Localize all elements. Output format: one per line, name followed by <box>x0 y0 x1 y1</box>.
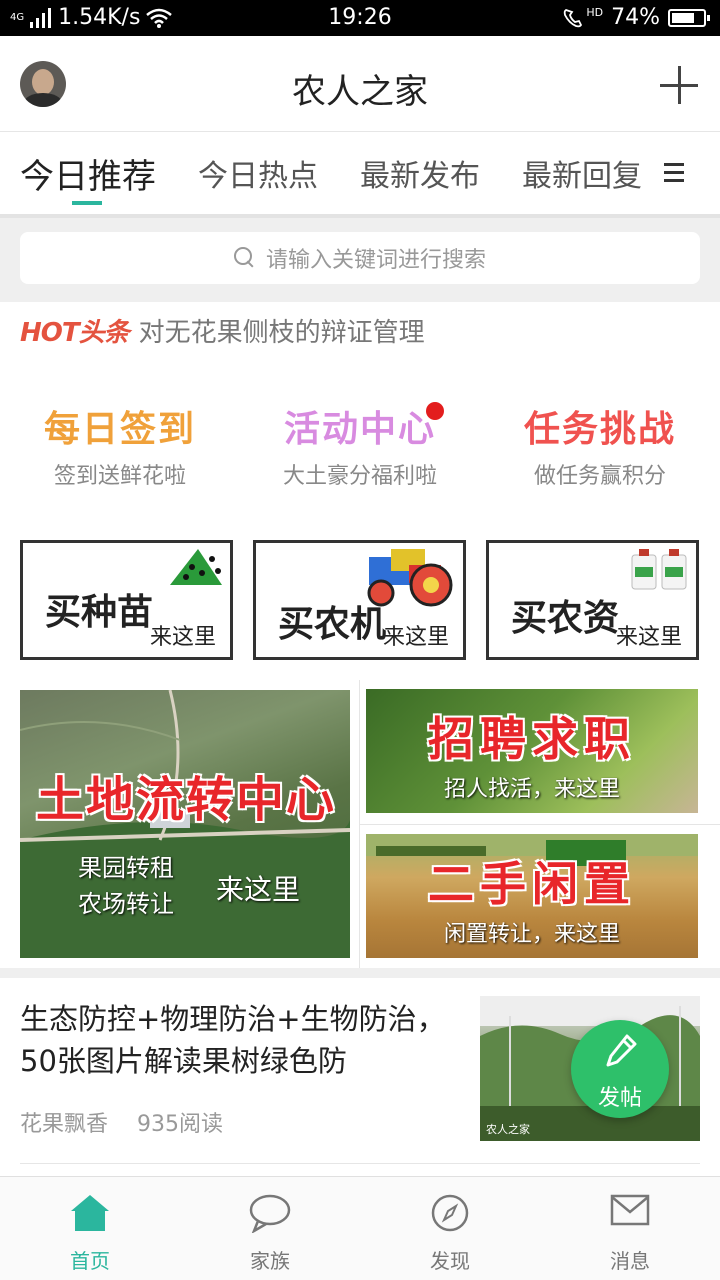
buy-card-title: 买农资 <box>511 598 620 639</box>
quick-link-title: 每日签到 <box>43 409 196 450</box>
nav-label: 家族 <box>250 1249 290 1273</box>
tile-text: 来这里 <box>216 873 301 906</box>
article-reads: 935阅读 <box>137 1112 224 1137</box>
nav-family[interactable]: 家族 <box>180 1177 360 1280</box>
hot-headline[interactable]: HOT头条 对无花果侧枝的辩证管理 <box>20 312 425 349</box>
hot-badge: HOT头条 <box>20 318 130 348</box>
tab-today-hot[interactable]: 今日热点 <box>198 151 318 195</box>
buy-card-subtitle: 来这里 <box>615 625 682 650</box>
land-transfer-tile[interactable]: 土地流转中心 果园转租 农场转让 来这里 <box>20 690 350 958</box>
quick-link-title: 活动中心 <box>283 409 436 450</box>
hd-label: HD <box>586 6 604 19</box>
page-title: 农人之家 <box>292 72 428 112</box>
quick-link-subtitle: 做任务赢积分 <box>533 464 666 489</box>
buy-supplies-card[interactable]: 买农资 来这里 <box>486 540 699 660</box>
tab-label: 最新发布 <box>360 159 480 194</box>
add-icon[interactable] <box>660 66 698 104</box>
buy-cards: 买种苗 来这里 买农机 来这里 买农资 来这里 <box>20 540 700 660</box>
hot-headline-text: 对无花果侧枝的辩证管理 <box>138 318 425 348</box>
feature-tiles: 土地流转中心 果园转租 农场转让 来这里 招聘求职 招人找活，来这里 二手闲置 … <box>0 680 720 968</box>
tab-today-recommend[interactable]: 今日推荐 <box>20 149 156 205</box>
buy-card-title: 买种苗 <box>45 592 154 633</box>
pencil-icon <box>606 1034 637 1067</box>
recruitment-tile[interactable]: 招聘求职 招人找活，来这里 <box>366 689 698 813</box>
bottom-nav: 首页 家族 发现 消息 <box>0 1176 720 1280</box>
buy-card-title: 买农机 <box>278 604 387 645</box>
tab-label: 最新回复 <box>522 159 642 194</box>
buy-card-subtitle: 来这里 <box>149 625 216 650</box>
search-section: 请输入关键词进行搜索 <box>0 214 720 302</box>
tile-text-line: 农场转让 <box>78 890 174 918</box>
article-meta: 花果飘香 935阅读 <box>20 1106 245 1138</box>
menu-icon[interactable] <box>664 163 684 182</box>
quick-link-subtitle: 大土豪分福利啦 <box>282 464 437 489</box>
buy-card-subtitle: 来这里 <box>382 625 449 650</box>
battery-percent: 74% <box>611 5 660 30</box>
new-post-button[interactable]: 发帖 <box>571 1020 669 1118</box>
nav-label: 发现 <box>430 1249 470 1273</box>
quick-link-title: 任务挑战 <box>523 409 676 450</box>
nav-home[interactable]: 首页 <box>0 1177 180 1280</box>
quick-links: 每日签到 签到送鲜花啦 活动中心 大土豪分福利啦 任务挑战 做任务赢积分 <box>0 400 720 490</box>
article-title: 生态防控+物理防治+生物防治，50张图片解读果树绿色防 <box>20 1002 446 1078</box>
tile-title: 土地流转中心 <box>36 772 337 828</box>
thumbnail-watermark: 农人之家 <box>486 1123 530 1136</box>
nav-label: 消息 <box>610 1249 650 1273</box>
buy-seedlings-card[interactable]: 买种苗 来这里 <box>20 540 233 660</box>
search-icon <box>233 247 256 269</box>
home-icon <box>71 1195 109 1231</box>
tile-text-line: 果园转租 <box>78 854 174 882</box>
section-separator <box>0 968 720 978</box>
phone-hd-icon <box>564 8 583 27</box>
chat-icon <box>249 1194 291 1233</box>
tile-title: 招聘求职 <box>428 712 636 766</box>
notification-dot <box>426 402 444 420</box>
tile-text: 果园转租 农场转让 <box>78 850 174 922</box>
quick-link-subtitle: 签到送鲜花啦 <box>53 464 186 489</box>
active-tab-indicator <box>72 200 102 205</box>
daily-checkin-link[interactable]: 每日签到 签到送鲜花啦 <box>0 400 240 490</box>
mail-icon <box>610 1194 650 1226</box>
status-right: HD 74% <box>562 5 710 30</box>
activity-center-link[interactable]: 活动中心 大土豪分福利啦 <box>240 400 480 490</box>
tile-title: 二手闲置 <box>428 857 636 911</box>
tab-latest-posts[interactable]: 最新发布 <box>360 151 480 195</box>
buy-machinery-card[interactable]: 买农机 来这里 <box>253 540 466 660</box>
pesticide-bottles-icon <box>631 549 687 590</box>
app-header: 农人之家 <box>0 36 720 132</box>
nav-label: 首页 <box>70 1249 110 1273</box>
battery-icon <box>668 8 710 27</box>
search-placeholder: 请输入关键词进行搜索 <box>265 248 486 273</box>
article-author: 花果飘香 <box>20 1112 109 1137</box>
article-divider <box>20 1163 700 1164</box>
tab-latest-replies[interactable]: 最新回复 <box>522 151 642 195</box>
compass-icon <box>431 1194 469 1232</box>
nav-messages[interactable]: 消息 <box>540 1177 720 1280</box>
status-bar: 4G 1.54K/s 19:26 HD 74% <box>0 0 720 36</box>
tile-subtitle: 闲置转让，来这里 <box>443 922 620 947</box>
tab-bar: 今日推荐 今日热点 最新发布 最新回复 <box>0 133 720 213</box>
task-challenge-link[interactable]: 任务挑战 做任务赢积分 <box>480 400 720 490</box>
seedling-tray-icon <box>170 549 222 585</box>
tile-subtitle: 招人找活，来这里 <box>443 777 620 802</box>
nav-discover[interactable]: 发现 <box>360 1177 540 1280</box>
new-post-label: 发帖 <box>597 1086 642 1111</box>
secondhand-tile[interactable]: 二手闲置 闲置转让，来这里 <box>366 834 698 958</box>
tile-divider <box>360 824 720 825</box>
tab-label: 今日推荐 <box>20 156 156 197</box>
tab-label: 今日热点 <box>198 159 318 194</box>
search-input[interactable]: 请输入关键词进行搜索 <box>20 232 700 284</box>
